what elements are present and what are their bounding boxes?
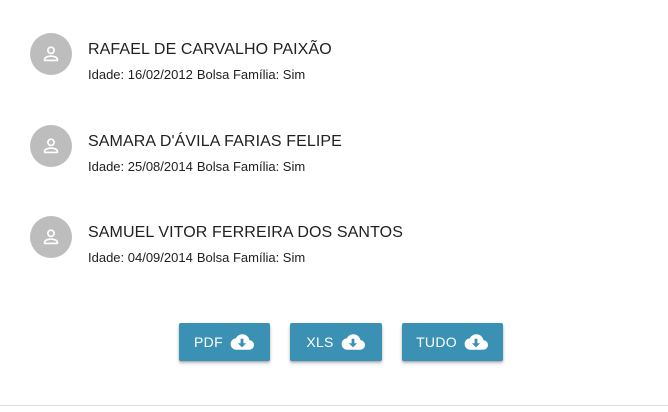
cloud-download-icon xyxy=(464,334,488,350)
student-name: SAMUEL VITOR FERREIRA DOS SANTOS xyxy=(88,224,403,241)
student-age: Idade: 25/08/2014 xyxy=(88,159,193,174)
bottom-divider xyxy=(0,405,668,406)
cloud-download-icon xyxy=(230,334,254,350)
student-name: RAFAEL DE CARVALHO PAIXÃO xyxy=(88,41,332,58)
export-pdf-button[interactable]: PDF xyxy=(179,323,270,361)
cloud-download-icon xyxy=(341,334,365,350)
person-icon xyxy=(43,46,59,62)
student-details: Idade: 04/09/2014 Bolsa Família: Sim xyxy=(88,249,305,266)
student-details: Idade: 16/02/2012 Bolsa Família: Sim xyxy=(88,66,305,83)
student-details: Idade: 25/08/2014 Bolsa Família: Sim xyxy=(88,158,305,175)
list-item[interactable]: RAFAEL DE CARVALHO PAIXÃO Idade: 16/02/2… xyxy=(0,33,668,93)
avatar xyxy=(30,125,72,167)
person-icon xyxy=(43,229,59,245)
student-name: SAMARA D'ÁVILA FARIAS FELIPE xyxy=(88,133,342,150)
export-actions: PDF XLS TUDO xyxy=(0,323,668,361)
student-bolsa-familia: Bolsa Família: Sim xyxy=(196,159,306,174)
export-all-label: TUDO xyxy=(416,334,457,350)
person-icon xyxy=(43,138,59,154)
export-pdf-label: PDF xyxy=(194,334,223,350)
export-all-button[interactable]: TUDO xyxy=(402,323,503,361)
student-bolsa-familia: Bolsa Família: Sim xyxy=(196,250,306,265)
avatar xyxy=(30,33,72,75)
list-item[interactable]: SAMARA D'ÁVILA FARIAS FELIPE Idade: 25/0… xyxy=(0,125,668,185)
avatar xyxy=(30,216,72,258)
student-bolsa-familia: Bolsa Família: Sim xyxy=(196,67,306,82)
list-item[interactable]: SAMUEL VITOR FERREIRA DOS SANTOS Idade: … xyxy=(0,216,668,276)
export-xls-label: XLS xyxy=(306,334,334,350)
student-age: Idade: 04/09/2014 xyxy=(88,250,193,265)
export-xls-button[interactable]: XLS xyxy=(290,323,382,361)
student-age: Idade: 16/02/2012 xyxy=(88,67,193,82)
